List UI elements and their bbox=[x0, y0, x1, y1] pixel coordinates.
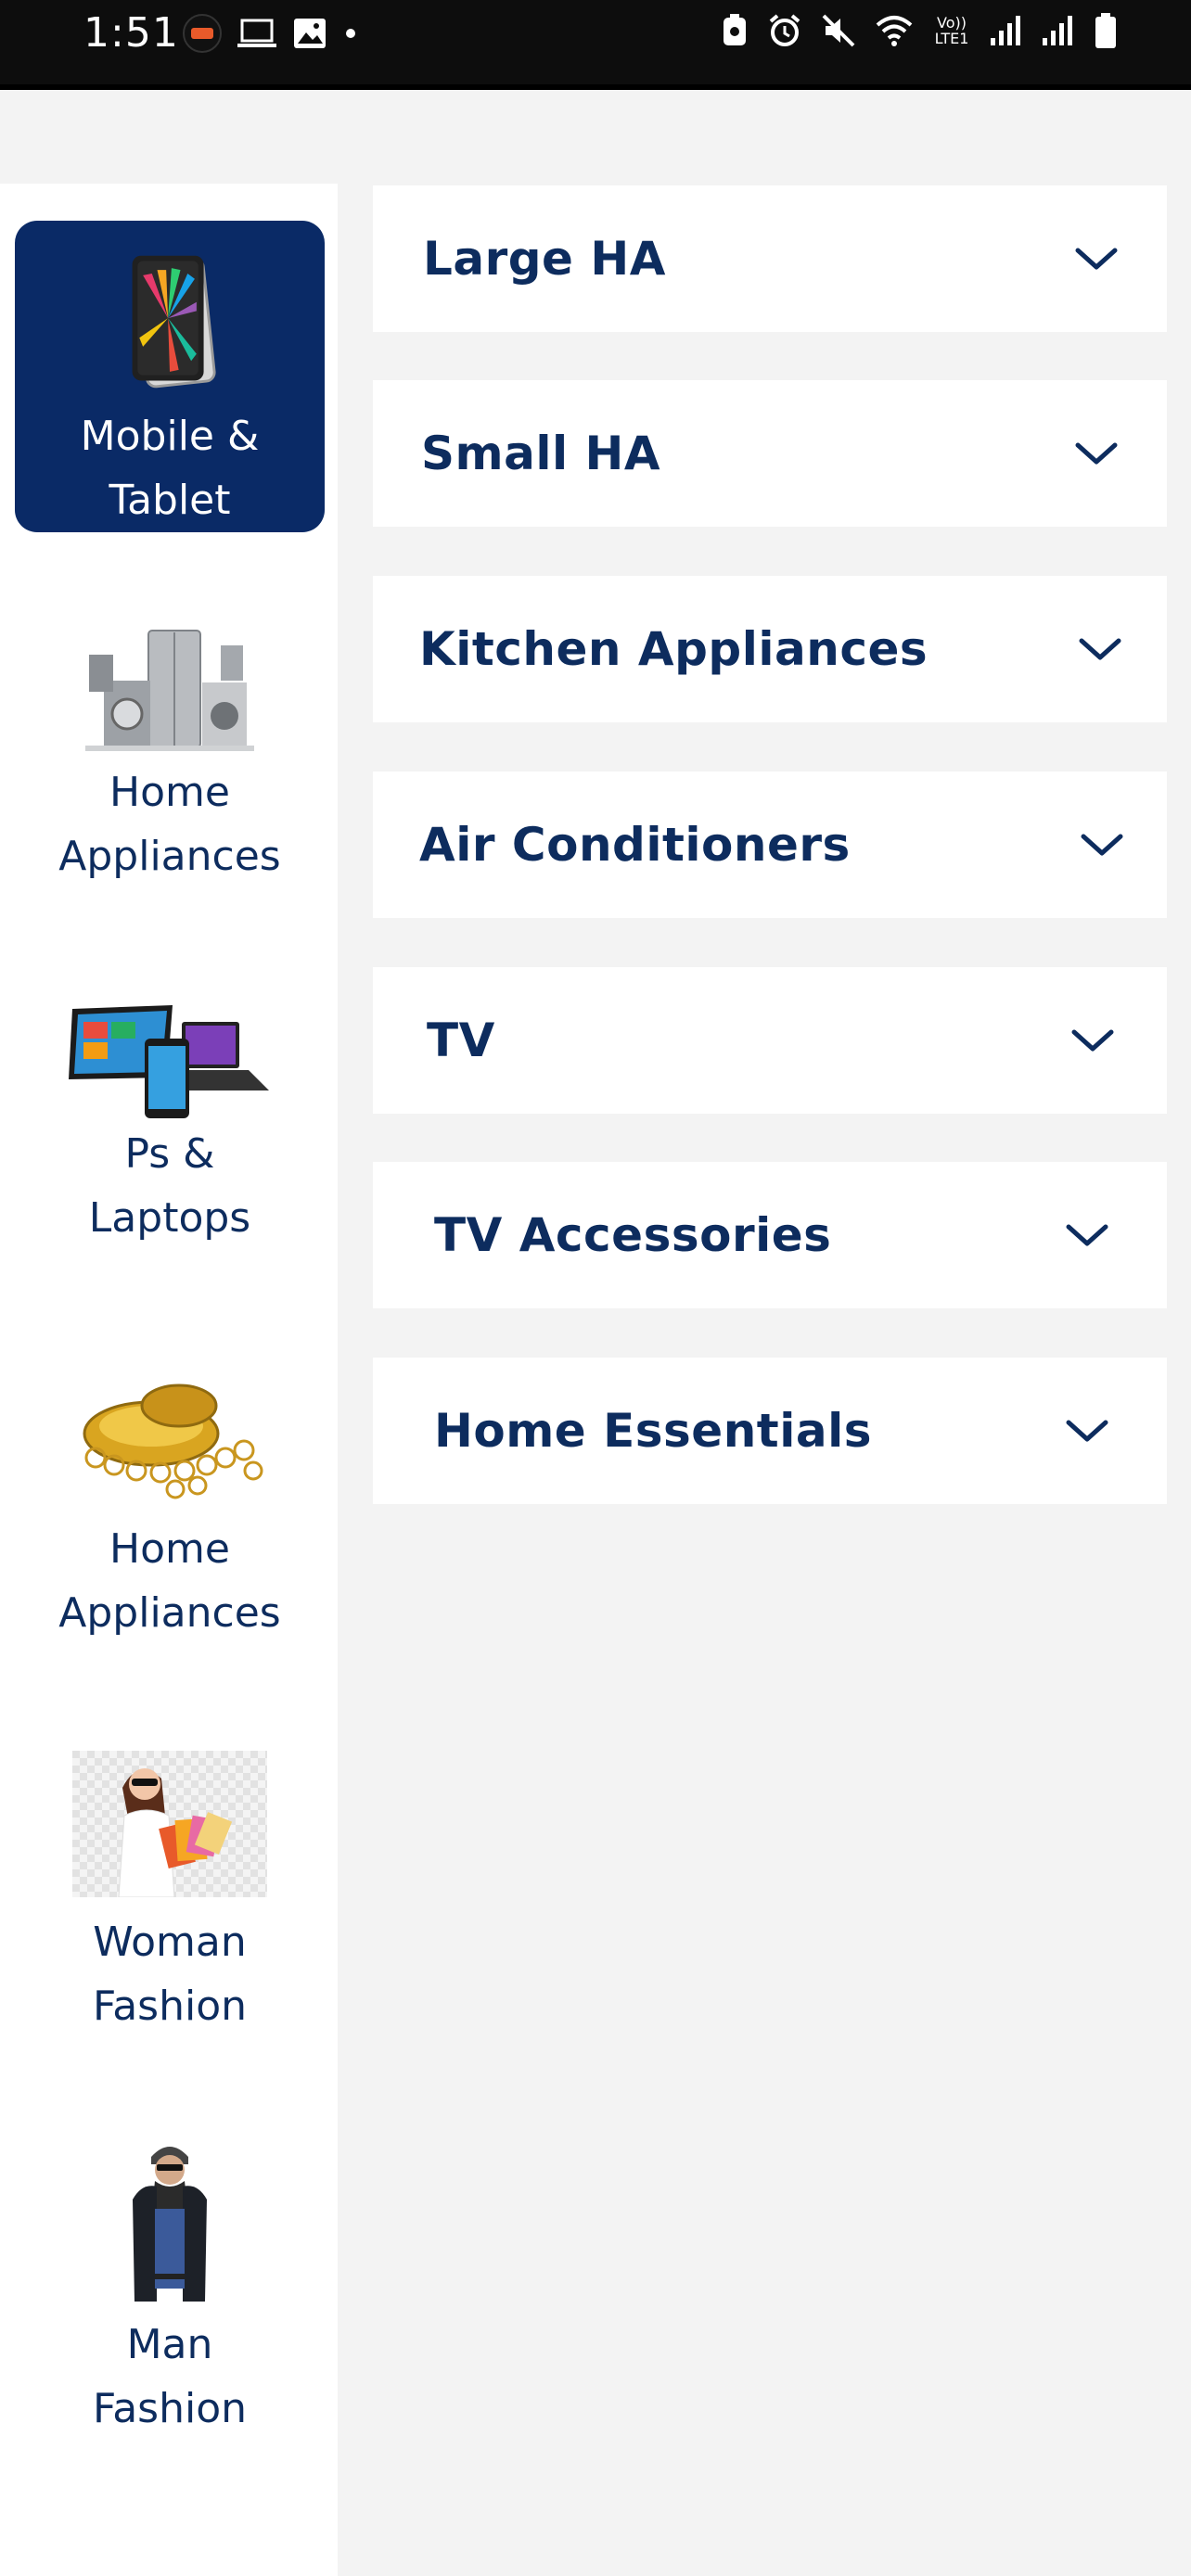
notification-icons bbox=[182, 13, 360, 54]
sidebar-item-label: Home Appliances bbox=[58, 769, 281, 880]
category-title: TV Accessories bbox=[434, 1208, 832, 1262]
category-large-ha[interactable]: Large HA bbox=[373, 185, 1167, 332]
chevron-down-icon[interactable] bbox=[1065, 1221, 1109, 1249]
volte-label: Vo)) LTE1 bbox=[934, 14, 969, 47]
status-bar: 1:51 Vo)) LTE1 bbox=[0, 0, 1191, 90]
app-notification-icon bbox=[183, 14, 222, 53]
gold-jewelry-image bbox=[83, 1384, 263, 1499]
sidebar-item-home-appliances-2[interactable]: Home Appliances bbox=[15, 1369, 325, 1647]
sidebar-item-label: Home Appliances bbox=[58, 1525, 281, 1637]
chevron-down-icon[interactable] bbox=[1074, 440, 1119, 467]
category-title: Kitchen Appliances bbox=[419, 622, 928, 676]
laptop-icon bbox=[237, 19, 276, 47]
chevron-down-icon[interactable] bbox=[1074, 245, 1119, 273]
battery-icon bbox=[1095, 13, 1116, 48]
sidebar-item-label: Mobile & Tablet bbox=[80, 413, 260, 524]
battery-saver-icon bbox=[724, 14, 746, 45]
signal-icon-sim1 bbox=[991, 16, 1020, 45]
sidebar-item-label: Woman Fashion bbox=[92, 1919, 248, 2030]
chevron-down-icon[interactable] bbox=[1070, 1027, 1115, 1054]
home-appliances-image bbox=[85, 630, 254, 751]
category-title: TV bbox=[427, 1014, 495, 1067]
woman-shopping-image bbox=[72, 1751, 267, 1897]
wifi-icon bbox=[876, 16, 913, 46]
sidebar-item-man-fashion[interactable]: Man Fashion bbox=[15, 2135, 325, 2441]
sidebar-item-label: Man Fashion bbox=[92, 2321, 248, 2432]
status-time: 1:51 bbox=[83, 9, 179, 57]
category-tv-accessories[interactable]: TV Accessories bbox=[373, 1162, 1167, 1308]
category-home-essentials[interactable]: Home Essentials bbox=[373, 1358, 1167, 1504]
category-title: Air Conditioners bbox=[419, 818, 851, 872]
category-kitchen-appliances[interactable]: Kitchen Appliances bbox=[373, 576, 1167, 722]
chevron-down-icon[interactable] bbox=[1065, 1417, 1109, 1445]
laptops-image bbox=[69, 1005, 269, 1118]
man-fashion-image bbox=[133, 2147, 207, 2302]
signal-icon-sim2 bbox=[1043, 16, 1072, 45]
sidebar-item-woman-fashion[interactable]: Woman Fashion bbox=[15, 1751, 325, 2038]
category-sidebar: Mobile & Tablet Home Appliances Ps & Lap… bbox=[0, 184, 338, 2576]
chevron-down-icon[interactable] bbox=[1080, 831, 1124, 859]
sidebar-item-label: Ps & Laptops bbox=[88, 1130, 251, 1242]
category-title: Small HA bbox=[421, 427, 661, 480]
tablet-image bbox=[132, 255, 216, 389]
category-title: Home Essentials bbox=[434, 1404, 872, 1458]
category-small-ha[interactable]: Small HA bbox=[373, 380, 1167, 527]
system-icons: Vo)) LTE1 bbox=[720, 11, 1119, 50]
image-icon bbox=[294, 19, 326, 48]
category-tv[interactable]: TV bbox=[373, 967, 1167, 1114]
mute-icon bbox=[822, 14, 855, 47]
category-title: Large HA bbox=[423, 232, 666, 286]
category-air-conditioners[interactable]: Air Conditioners bbox=[373, 772, 1167, 918]
chevron-down-icon[interactable] bbox=[1078, 635, 1122, 663]
more-notifications-dot-icon bbox=[346, 29, 355, 38]
sidebar-item-laptops[interactable]: Ps & Laptops bbox=[15, 1001, 325, 1280]
alarm-icon bbox=[769, 14, 800, 46]
sidebar-item-home-appliances[interactable]: Home Appliances bbox=[15, 627, 325, 905]
sidebar-item-mobile-tablet[interactable]: Mobile & Tablet bbox=[15, 221, 325, 532]
